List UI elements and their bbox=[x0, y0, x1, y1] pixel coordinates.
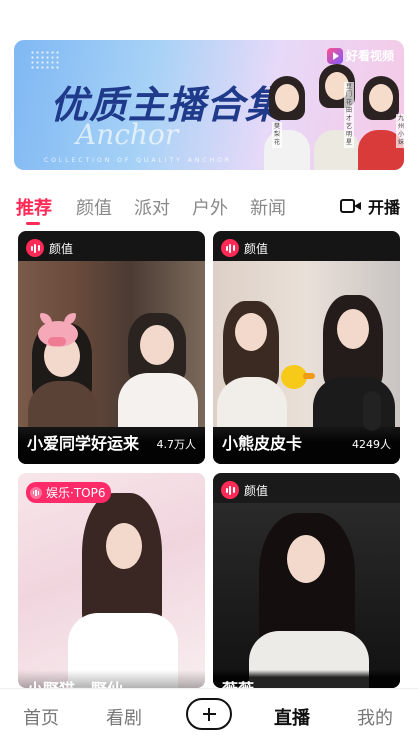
streamer-name: 小爱同学好运来 bbox=[27, 434, 140, 453]
active-tab-indicator bbox=[26, 222, 40, 225]
viewer-count: 4249人 bbox=[352, 438, 391, 451]
banner-dots-decoration bbox=[30, 50, 60, 70]
tab-recommend[interactable]: 推荐 bbox=[16, 194, 52, 220]
banner-portrait bbox=[264, 70, 310, 170]
banner-script-text: Anchor bbox=[76, 118, 179, 151]
category-label: 颜值 bbox=[244, 483, 269, 498]
streamer-name: 小熊皮皮卡 bbox=[222, 434, 303, 453]
banner-subtitle: COLLECTION OF QUALITY ANCHOR bbox=[44, 157, 232, 164]
live-category-badge: 颜值 bbox=[26, 239, 73, 257]
live-category-badge: 颜值 bbox=[221, 481, 268, 499]
ranking-label: 娱乐·TOP6 bbox=[46, 486, 106, 500]
tab-outdoor[interactable]: 户外 bbox=[192, 194, 228, 220]
camera-icon bbox=[339, 197, 362, 215]
nav-drama[interactable]: 看剧 bbox=[106, 704, 142, 730]
tab-party[interactable]: 派对 bbox=[134, 194, 170, 220]
tab-looks[interactable]: 颜值 bbox=[76, 194, 112, 220]
portrait-tag: 樊梨花 bbox=[272, 122, 282, 148]
category-label: 颜值 bbox=[244, 241, 269, 256]
streamer-name: 薇薇 bbox=[222, 676, 254, 688]
live-wave-icon bbox=[221, 239, 239, 257]
live-wave-icon bbox=[30, 486, 42, 499]
portrait-tag: 九州小妹 bbox=[396, 114, 404, 148]
start-broadcast-button[interactable]: 开播 bbox=[339, 194, 400, 218]
streamer-name: 小野猫一野仙 bbox=[27, 676, 123, 688]
live-wave-icon bbox=[221, 481, 239, 499]
nav-profile[interactable]: 我的 bbox=[357, 704, 393, 730]
stream-thumbnail bbox=[213, 261, 400, 431]
category-tabs: 推荐 颜值 派对 户外 新闻 开播 bbox=[0, 190, 418, 226]
promo-banner[interactable]: 优质主播合集 Anchor COLLECTION OF QUALITY ANCH… bbox=[14, 40, 404, 170]
live-page: 优质主播合集 Anchor COLLECTION OF QUALITY ANCH… bbox=[0, 0, 418, 743]
live-card[interactable]: 娱乐·TOP6 小野猫一野仙 bbox=[18, 473, 205, 688]
live-wave-icon bbox=[26, 239, 44, 257]
duck-toy bbox=[281, 365, 315, 389]
stream-thumbnail bbox=[18, 261, 205, 427]
brand-name: 好看视频 bbox=[345, 49, 394, 63]
nav-home[interactable]: 首页 bbox=[23, 704, 59, 730]
card-footer: 薇薇 bbox=[213, 670, 400, 688]
card-footer: 小爱同学好运来 4.7万人 bbox=[18, 428, 205, 464]
card-footer: 小熊皮皮卡 4249人 bbox=[213, 428, 400, 464]
nav-live[interactable]: 直播 bbox=[274, 704, 310, 730]
microphone bbox=[363, 391, 381, 431]
viewer-count: 4.7万人 bbox=[156, 438, 197, 451]
live-card[interactable]: 颜值 小熊皮皮卡 4249人 bbox=[213, 231, 400, 464]
tab-news[interactable]: 新闻 bbox=[250, 194, 286, 220]
create-button[interactable] bbox=[186, 698, 232, 730]
ranking-badge: 娱乐·TOP6 bbox=[26, 482, 112, 503]
portrait-tag: 豆门花田才艺明星 bbox=[344, 82, 354, 148]
category-label: 颜值 bbox=[49, 241, 74, 256]
stream-thumbnail bbox=[18, 473, 205, 688]
live-card[interactable]: 颜值 小爱同学好运来 4.7万人 bbox=[18, 231, 205, 464]
pig-nose-sticker bbox=[48, 337, 66, 346]
card-footer: 小野猫一野仙 bbox=[18, 670, 205, 688]
live-category-badge: 颜值 bbox=[221, 239, 268, 257]
live-card[interactable]: 颜值 薇薇 bbox=[213, 473, 400, 688]
bottom-navigation: 首页 看剧 直播 我的 bbox=[0, 688, 418, 743]
stream-thumbnail bbox=[213, 503, 400, 688]
broadcast-label: 开播 bbox=[367, 198, 400, 217]
tabs-fade-overlay bbox=[300, 190, 334, 226]
